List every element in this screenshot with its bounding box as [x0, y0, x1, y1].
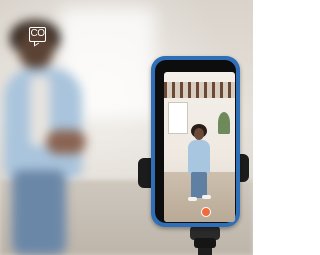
smartphone: [151, 56, 240, 227]
screen-person-shoe: [202, 195, 211, 199]
screen-window: [168, 102, 188, 134]
record-button-icon[interactable]: [201, 207, 211, 217]
blurred-person-jeans: [12, 170, 66, 255]
screen-person-shirt: [188, 140, 210, 174]
photo-scene: CO: [0, 0, 253, 255]
blurred-person-arm: [46, 130, 86, 154]
screen-plant: [218, 112, 230, 134]
phone-bezel: [155, 60, 236, 223]
blurred-person: [0, 20, 100, 255]
closed-captions-icon[interactable]: CO: [29, 27, 46, 42]
screen-person-shoe: [188, 197, 197, 201]
screen-person-head: [194, 128, 204, 140]
screen-ceiling-beams: [164, 82, 235, 98]
tripod-knob: [194, 238, 216, 248]
phone-screen: [164, 72, 235, 222]
